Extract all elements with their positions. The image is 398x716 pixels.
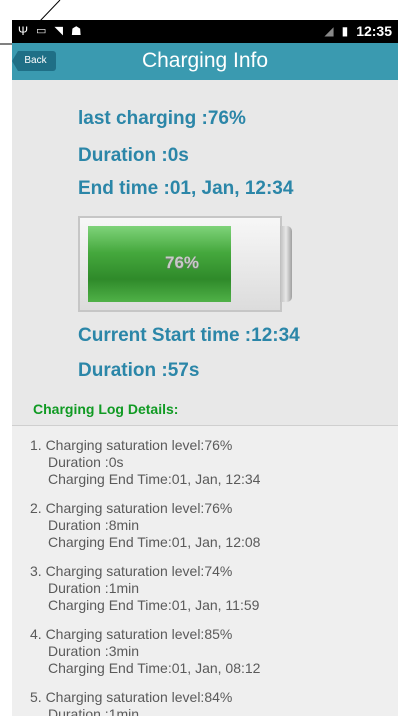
last-charging-label: last charging :76% xyxy=(78,108,246,129)
status-bar: Ψ ▭ ◥ ☗ ◢ ▮ 12:35 xyxy=(12,20,398,43)
log-end-time: Charging End Time:01, Jan, 08:12 xyxy=(48,660,261,676)
log-title: Charging Log Details: xyxy=(33,401,179,417)
list-item: 5. Charging saturation level:84% Duratio… xyxy=(30,689,232,716)
end-time-label: End time :01, Jan, 12:34 xyxy=(78,178,294,199)
battery-charging-icon: ▭ xyxy=(36,25,47,37)
battery-indicator: 76% xyxy=(78,216,292,312)
status-time: 12:35 xyxy=(356,23,392,39)
app-screen: Ψ ▭ ◥ ☗ ◢ ▮ 12:35 Back Charging Info las… xyxy=(12,20,398,716)
signal-icon: ◢ xyxy=(324,24,334,38)
title-bar: Back Charging Info xyxy=(12,43,398,80)
list-item: 3. Charging saturation level:74% Duratio… xyxy=(30,563,259,614)
battery-cap xyxy=(280,226,292,302)
log-level: 4. Charging saturation level:85% xyxy=(30,626,233,642)
last-duration-label: Duration :0s xyxy=(78,145,189,166)
log-level: 1. Charging saturation level:76% xyxy=(30,437,233,453)
current-duration-label: Duration :57s xyxy=(78,360,200,381)
wifi-icon: ◥ xyxy=(54,25,63,37)
log-level: 2. Charging saturation level:76% xyxy=(30,500,233,516)
android-icon: ☗ xyxy=(70,24,82,38)
battery-percent: 76% xyxy=(164,253,200,272)
page-title: Charging Info xyxy=(141,49,269,72)
log-duration: Duration :1min xyxy=(48,580,140,596)
usb-icon: Ψ xyxy=(18,24,29,38)
list-item: 4. Charging saturation level:85% Duratio… xyxy=(30,626,260,677)
log-duration: Duration :3min xyxy=(48,643,140,659)
battery-body: 76% xyxy=(78,216,282,312)
log-duration: Duration :1min xyxy=(48,706,140,716)
current-start-time-label: Current Start time :12:34 xyxy=(78,325,300,346)
list-item: 1. Charging saturation level:76% Duratio… xyxy=(30,437,260,488)
log-end-time: Charging End Time:01, Jan, 12:08 xyxy=(48,534,261,550)
log-end-time: Charging End Time:01, Jan, 12:34 xyxy=(48,471,261,487)
log-end-time: Charging End Time:01, Jan, 11:59 xyxy=(48,597,260,613)
log-level: 3. Charging saturation level:74% xyxy=(30,563,233,579)
log-level: 5. Charging saturation level:84% xyxy=(30,689,233,705)
list-item: 2. Charging saturation level:76% Duratio… xyxy=(30,500,260,551)
log-list[interactable]: 1. Charging saturation level:76% Duratio… xyxy=(12,425,398,716)
log-duration: Duration :8min xyxy=(48,517,140,533)
log-duration: Duration :0s xyxy=(48,454,124,470)
battery-icon: ▮ xyxy=(341,24,349,38)
